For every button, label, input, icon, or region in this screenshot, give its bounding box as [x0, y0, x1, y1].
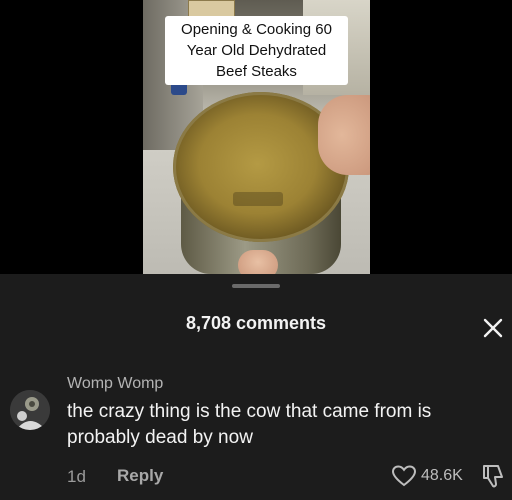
reply-button[interactable]: Reply: [117, 466, 163, 486]
close-button[interactable]: [480, 315, 506, 341]
comment-timestamp: 1d: [67, 467, 86, 486]
comments-count: 8,708 comments: [185, 313, 327, 333]
comment-text-line-1: the crazy thing is the cow that came fro…: [67, 401, 432, 422]
video-hand-image-lower: [238, 250, 278, 274]
comment-text: the crazy thing is the cow that came fro…: [67, 399, 487, 451]
video-caption: Opening & Cooking 60 Year Old Dehydrated…: [165, 16, 348, 85]
comment-text-line-2: probably dead by now: [67, 427, 253, 448]
avatar-image: [10, 390, 50, 430]
caption-line-1: Opening & Cooking 60: [181, 21, 332, 38]
caption-line-2: Year Old Dehydrated: [186, 42, 327, 59]
drag-handle[interactable]: [232, 284, 280, 288]
avatar[interactable]: [10, 390, 50, 430]
heart-icon: [392, 465, 416, 487]
thumbs-down-icon: [483, 465, 503, 488]
comment-username[interactable]: Womp Womp: [67, 375, 163, 393]
dislike-button[interactable]: [480, 463, 506, 489]
video-hand-image: [318, 95, 370, 175]
like-count: 48.6K: [421, 467, 463, 484]
caption-line-3: Beef Steaks: [216, 63, 297, 80]
like-button[interactable]: 48.6K: [392, 463, 463, 489]
close-icon: [483, 318, 503, 338]
